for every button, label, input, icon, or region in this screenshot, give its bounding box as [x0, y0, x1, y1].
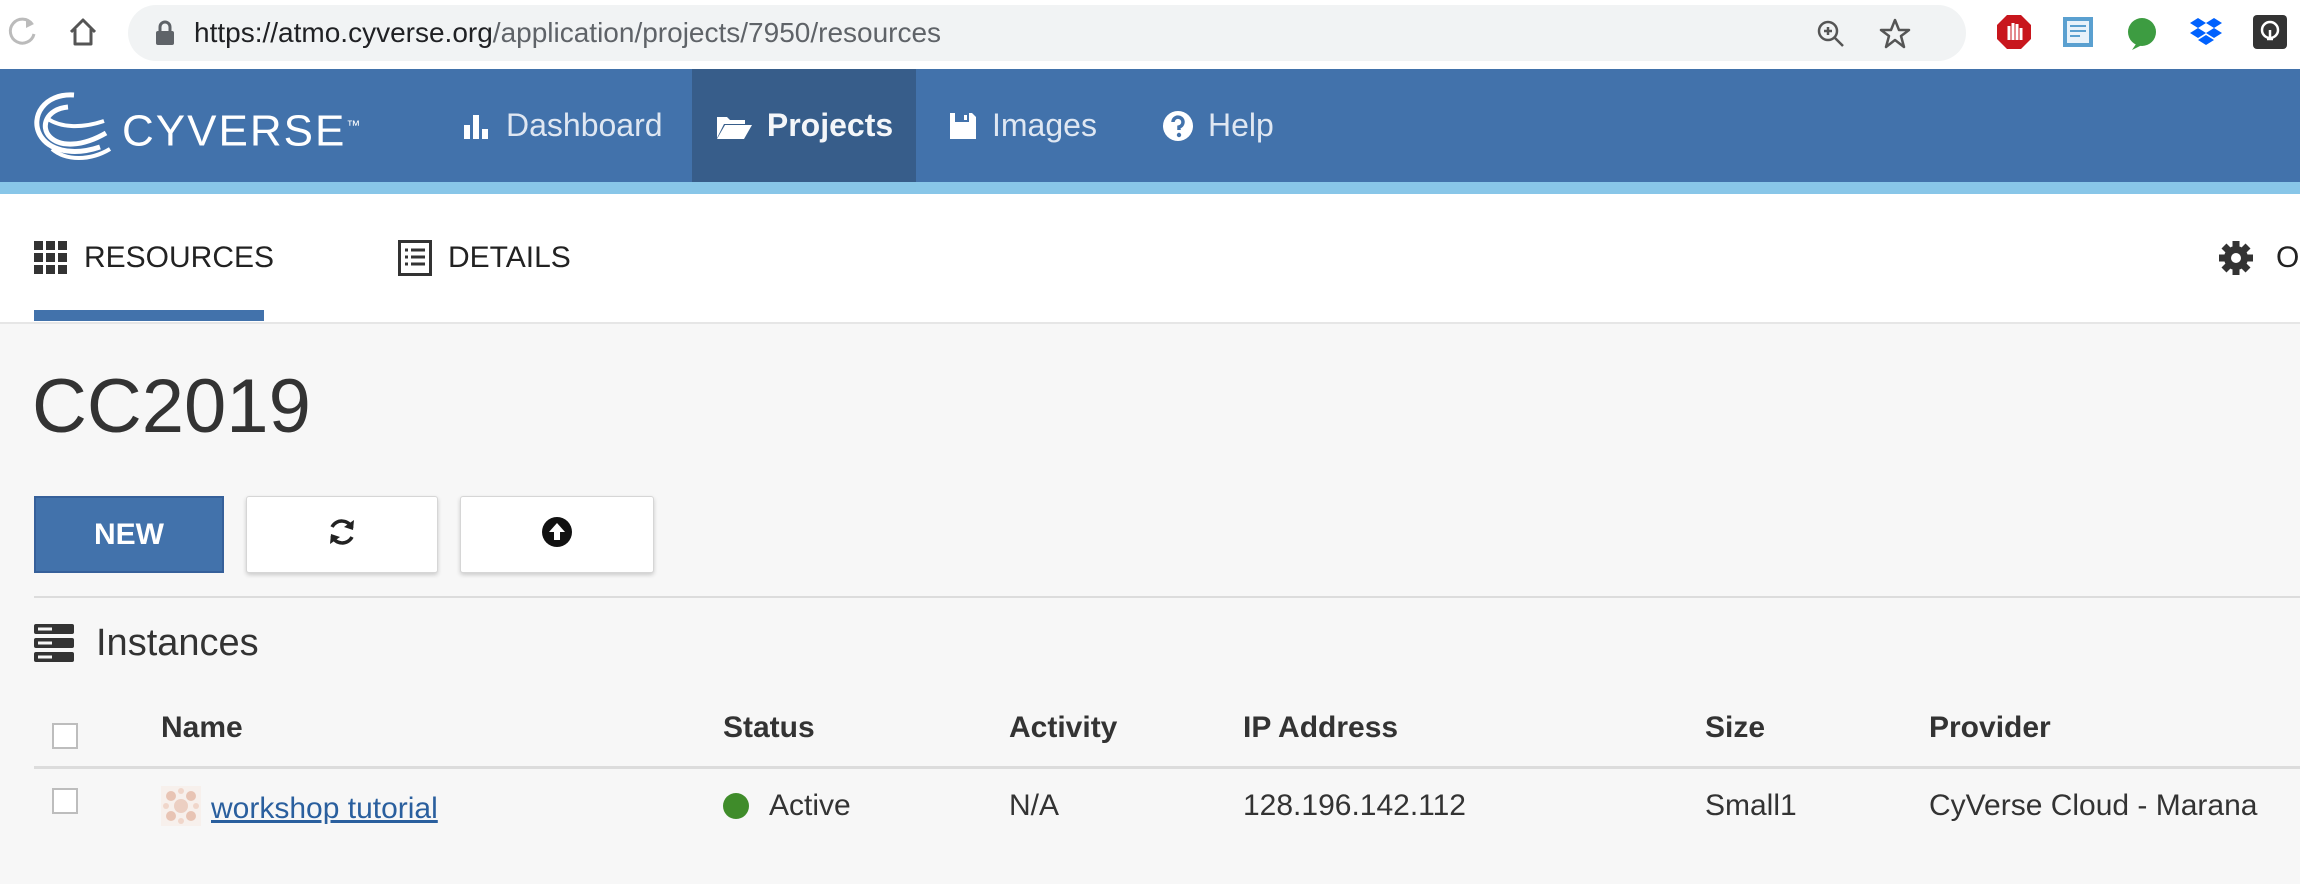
nav-dashboard-label: Dashboard — [506, 107, 663, 143]
logo-wordmark: CYVERSE — [122, 106, 347, 156]
project-subtabs: RESOURCES DETAILS OI — [0, 194, 2300, 324]
logo-text: CYVERSE™ — [122, 103, 362, 154]
tab-options[interactable]: OI — [2218, 194, 2300, 322]
select-all-checkbox[interactable] — [52, 723, 78, 749]
zoom-icon[interactable] — [1814, 17, 1848, 51]
table-header-divider — [34, 766, 2300, 769]
instance-status-cell: Active — [723, 786, 851, 826]
navbar-accent-stripe — [0, 182, 2300, 194]
adblock-extension-icon[interactable] — [1994, 12, 2034, 52]
question-circle-icon — [1162, 110, 1194, 142]
upload-button[interactable] — [460, 496, 654, 573]
refresh-button[interactable] — [246, 496, 438, 573]
reader-extension-icon[interactable] — [2058, 12, 2098, 52]
url-host: https://atmo.cyverse.org — [194, 17, 493, 48]
folder-open-icon — [715, 111, 753, 141]
main-navbar: CYVERSE™ Dashboard Projects Images Help — [0, 69, 2300, 182]
browser-toolbar: https://atmo.cyverse.org/application/pro… — [0, 0, 2300, 69]
tab-resources[interactable]: RESOURCES — [34, 194, 274, 322]
nav-images[interactable]: Images — [948, 69, 1097, 182]
nav-help-label: Help — [1208, 107, 1274, 143]
evernote-extension-icon[interactable] — [2122, 12, 2162, 52]
column-header-size[interactable]: Size — [1705, 708, 1765, 748]
instance-name-cell: workshop tutorial — [161, 786, 438, 837]
nav-images-label: Images — [992, 107, 1097, 143]
column-header-name[interactable]: Name — [161, 708, 243, 748]
tab-options-label: OI — [2276, 241, 2300, 274]
bookmark-star-icon[interactable] — [1878, 17, 1912, 51]
nav-help[interactable]: Help — [1162, 69, 1274, 182]
server-stack-icon — [34, 624, 74, 662]
column-header-provider[interactable]: Provider — [1929, 708, 2051, 748]
upload-circle-icon — [541, 516, 573, 553]
trademark: ™ — [346, 117, 363, 133]
column-header-activity[interactable]: Activity — [1009, 708, 1117, 748]
instance-name-link[interactable]: workshop tutorial — [211, 792, 438, 825]
page-title: CC2019 — [32, 364, 311, 449]
instance-avatar-icon — [161, 786, 201, 837]
instance-ip: 128.196.142.112 — [1243, 789, 1466, 822]
refresh-icon — [326, 516, 358, 553]
url-path: /application/projects/7950/resources — [492, 17, 942, 48]
instances-header: Instances — [34, 617, 259, 669]
instance-size: Small1 — [1705, 789, 1797, 822]
tab-details-label: DETAILS — [448, 241, 571, 274]
floppy-disk-icon — [948, 111, 978, 141]
nav-dashboard[interactable]: Dashboard — [462, 69, 663, 182]
list-alt-icon — [398, 240, 432, 276]
tab-resources-label: RESOURCES — [84, 241, 275, 274]
new-button[interactable]: NEW — [34, 496, 224, 573]
bar-chart-icon — [462, 111, 492, 141]
row-checkbox[interactable] — [52, 788, 78, 814]
grid-icon — [34, 241, 68, 275]
nav-projects-label: Projects — [766, 107, 894, 143]
active-tab-indicator — [34, 310, 264, 321]
tab-details[interactable]: DETAILS — [398, 194, 571, 322]
gear-icon — [2218, 240, 2254, 276]
instance-provider: CyVerse Cloud - Marana — [1929, 789, 2258, 822]
reload-icon[interactable] — [2, 12, 42, 52]
address-bar[interactable]: https://atmo.cyverse.org/application/pro… — [128, 5, 1966, 61]
nav-projects[interactable]: Projects — [692, 69, 916, 182]
dropbox-extension-icon[interactable] — [2186, 12, 2226, 52]
instance-status: Active — [769, 789, 851, 822]
instance-activity: N/A — [1009, 789, 1060, 822]
column-header-status[interactable]: Status — [723, 708, 815, 748]
url-text: https://atmo.cyverse.org/application/pro… — [194, 17, 941, 49]
instances-title: Instances — [96, 621, 259, 664]
idea-extension-icon[interactable] — [2250, 12, 2290, 52]
home-icon[interactable] — [63, 12, 103, 52]
status-active-dot — [723, 793, 749, 819]
column-header-ip[interactable]: IP Address — [1243, 708, 1398, 748]
section-divider — [34, 596, 2300, 598]
lock-icon — [154, 20, 176, 51]
